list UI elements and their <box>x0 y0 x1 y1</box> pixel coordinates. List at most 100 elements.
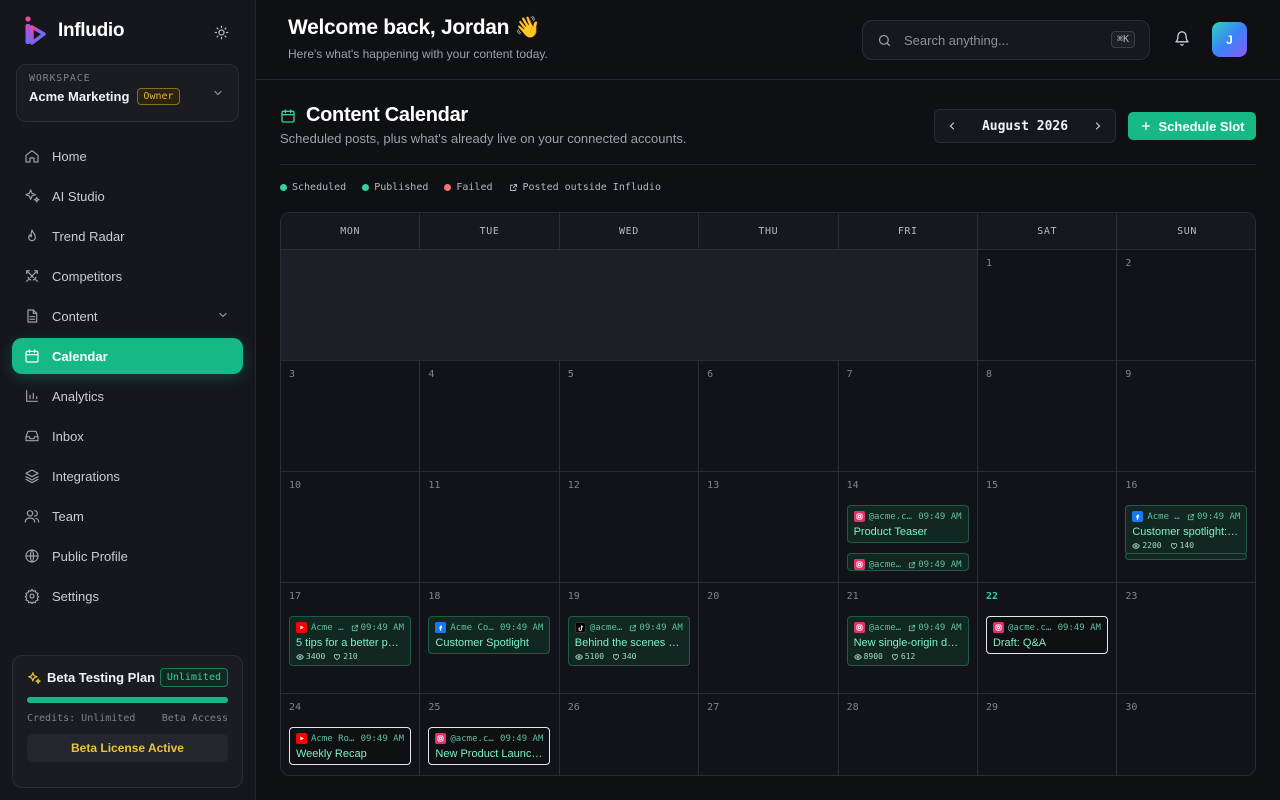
day-cell[interactable]: 9 <box>1117 361 1255 471</box>
post-card[interactable]: @acme… 09:49 AM Behind the scenes of… 5100 3… <box>567 616 690 666</box>
weekday-wed: WED <box>560 213 700 250</box>
day-cell[interactable]: 21 @acme… 09:49 AM New single-origin dr… 890… <box>839 583 978 693</box>
day-cell[interactable]: 23 <box>1117 583 1255 693</box>
sidebar-item-trend-radar[interactable]: Trend Radar <box>12 218 243 254</box>
post-time: 09:49 AM <box>360 622 404 633</box>
weekday-thu: THU <box>699 213 839 250</box>
sidebar-item-label: Settings <box>52 588 99 604</box>
day-cell[interactable]: 11 <box>420 472 560 582</box>
post-card[interactable]: @acme.co… 09:49 AM Product Teaser <box>846 505 969 543</box>
sidebar-item-team[interactable]: Team <box>12 498 243 534</box>
day-cell[interactable]: 1 <box>978 250 1118 360</box>
day-cell[interactable]: 22 @acme.co… 09:49 AM Draft: Q&A <box>978 583 1118 693</box>
post-title: New single-origin dr… <box>853 637 962 649</box>
post-card[interactable]: @acme.co… 09:49 AM Draft: Q&A <box>985 616 1108 654</box>
workspace-switcher[interactable]: WORKSPACE Acme Marketing Owner <box>16 64 239 122</box>
day-cell[interactable]: 16 Acme … 09:49 AM Customer spotlight: … 220… <box>1117 472 1255 582</box>
day-cell[interactable]: 8 <box>978 361 1118 471</box>
weekday-sat: SAT <box>978 213 1118 250</box>
post-title: Customer Spotlight <box>435 637 529 649</box>
post-card[interactable] <box>1125 553 1248 560</box>
search-box[interactable]: ⌘K <box>862 20 1150 60</box>
post-title: Draft: Q&A <box>992 637 1047 649</box>
day-cell[interactable]: 15 <box>978 472 1118 582</box>
day-cell[interactable]: 27 <box>699 694 839 775</box>
day-cell[interactable]: 17 Acme … 09:49 AM 5 tips for a better po… 3… <box>281 583 421 693</box>
chevron-down-icon <box>219 312 227 318</box>
theme-toggle-button[interactable] <box>210 21 232 43</box>
post-card[interactable]: Acme … 09:49 AM 5 tips for a better po… 340… <box>289 616 411 666</box>
day-cell[interactable]: 14 @acme.co… 09:49 AM Product Teaser @acme… 0… <box>839 472 978 582</box>
sidebar-item-public-profile[interactable]: Public Profile <box>12 538 243 574</box>
day-cell[interactable]: 26 <box>560 694 700 775</box>
post-time: 09:49 AM <box>639 622 683 633</box>
gear-icon <box>24 588 40 604</box>
instagram-icon <box>853 559 865 570</box>
day-cell[interactable]: 10 <box>281 472 421 582</box>
day-cell[interactable]: 28 <box>839 694 978 775</box>
sidebar-item-label: Analytics <box>52 388 105 404</box>
day-number: 12 <box>567 480 580 491</box>
sidebar-item-calendar[interactable]: Calendar <box>12 338 243 374</box>
external-link-icon <box>909 624 916 631</box>
day-cell[interactable]: 5 <box>560 361 700 471</box>
post-card[interactable]: Acme … 09:49 AM Customer spotlight: … 2200 1… <box>1125 505 1248 555</box>
post-card[interactable]: Acme Roa… 09:49 AM Weekly Recap <box>289 727 411 765</box>
post-title: 5 tips for a better po… <box>296 637 404 649</box>
next-month-button[interactable] <box>1089 117 1107 135</box>
sidebar-item-inbox[interactable]: Inbox <box>12 418 243 454</box>
day-cell[interactable]: 20 <box>699 583 839 693</box>
post-card[interactable]: @acme.co… 09:49 AM New Product Launch … <box>428 727 551 765</box>
day-cell[interactable]: 25 @acme.co… 09:49 AM New Product Launch … <box>420 694 560 775</box>
search-icon <box>878 34 891 46</box>
home-icon <box>24 148 40 164</box>
chevron-down-icon <box>214 90 222 96</box>
day-number: 11 <box>428 480 441 491</box>
post-card[interactable]: @acme… 09:49 AM <box>846 553 969 571</box>
day-cell[interactable]: 13 <box>699 472 839 582</box>
post-views: 5100 <box>584 652 605 661</box>
post-time: 09:49 AM <box>360 733 404 744</box>
brand[interactable]: Infludio <box>24 16 124 46</box>
day-number: 1 <box>985 258 992 269</box>
welcome-subtitle: Here's what's happening with your conten… <box>288 47 548 61</box>
day-number: 26 <box>567 702 580 713</box>
sidebar-item-integrations[interactable]: Integrations <box>12 458 243 494</box>
day-cell[interactable]: 29 <box>978 694 1118 775</box>
day-cell[interactable]: 4 <box>420 361 560 471</box>
eye-icon <box>296 653 304 660</box>
day-cell[interactable]: 19 @acme… 09:49 AM Behind the scenes of… 510… <box>560 583 700 693</box>
sidebar-item-home[interactable]: Home <box>12 138 243 174</box>
day-cell[interactable]: 18 Acme Cof… 09:49 AM Customer Spotlight <box>420 583 560 693</box>
day-number: 18 <box>428 591 441 602</box>
day-cell[interactable]: 2 <box>1117 250 1255 360</box>
chevron-right-icon <box>1095 122 1101 130</box>
day-cell[interactable]: 6 <box>699 361 839 471</box>
external-link-icon <box>909 561 916 568</box>
day-cell[interactable]: 12 <box>560 472 700 582</box>
notifications-button[interactable] <box>1174 30 1190 52</box>
prev-month-button[interactable] <box>943 117 961 135</box>
post-card[interactable]: Acme Cof… 09:49 AM Customer Spotlight <box>428 616 551 654</box>
user-avatar[interactable]: J <box>1212 22 1247 57</box>
post-account: @acme… <box>868 559 902 570</box>
day-cell[interactable]: 24 Acme Roa… 09:49 AM Weekly Recap <box>281 694 421 775</box>
workspace-label: WORKSPACE <box>29 73 91 84</box>
calendar-week: 3 4 5 6 7 8 9 <box>281 361 1255 472</box>
search-input[interactable] <box>904 32 1094 48</box>
day-cell[interactable]: 3 <box>281 361 421 471</box>
beta-license-button[interactable]: Beta License Active <box>27 734 228 762</box>
post-card[interactable]: @acme… 09:49 AM New single-origin dr… 8900 6… <box>846 616 969 666</box>
empty-day-cell <box>559 250 700 360</box>
schedule-slot-button[interactable]: Schedule Slot <box>1128 112 1256 140</box>
day-number: 17 <box>289 591 302 602</box>
sidebar-item-competitors[interactable]: Competitors <box>12 258 243 294</box>
calendar-header: Content Calendar <box>280 104 468 127</box>
sidebar-item-settings[interactable]: Settings <box>12 578 243 614</box>
sidebar-item-ai-studio[interactable]: AI Studio <box>12 178 243 214</box>
day-cell[interactable]: 7 <box>839 361 978 471</box>
sidebar-item-analytics[interactable]: Analytics <box>12 378 243 414</box>
day-cell[interactable]: 30 <box>1117 694 1255 775</box>
day-number: 9 <box>1125 369 1132 380</box>
sidebar-item-content[interactable]: Content <box>12 298 243 334</box>
